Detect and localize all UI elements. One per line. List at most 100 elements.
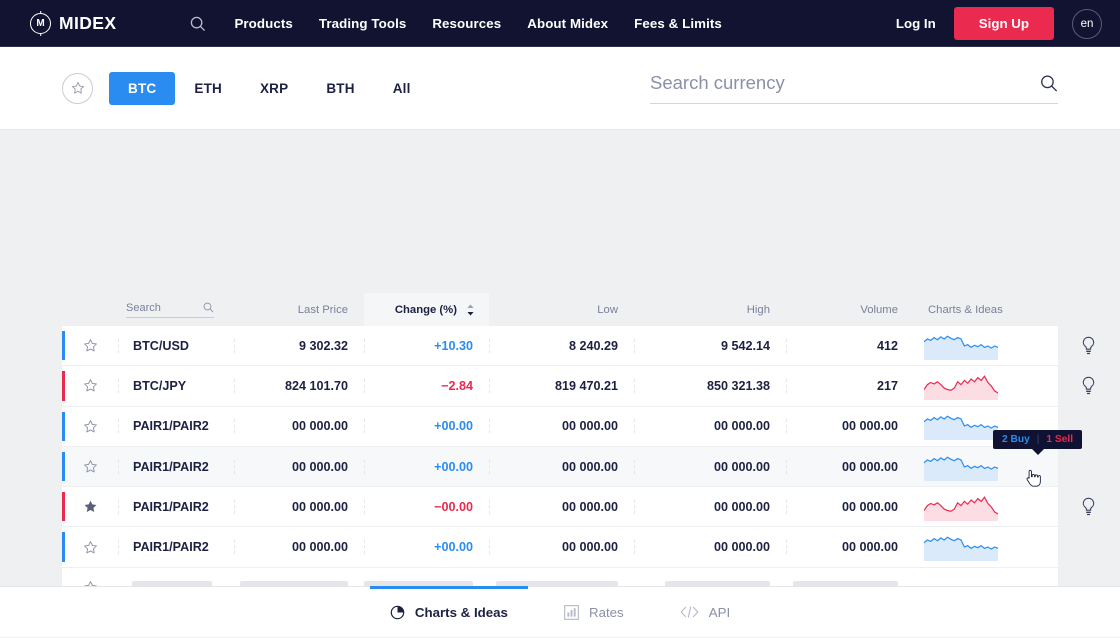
favorite-toggle[interactable]: [62, 378, 118, 393]
primary-nav-links: Products Trading Tools Resources About M…: [234, 16, 721, 31]
sparkline-chart[interactable]: [924, 533, 998, 562]
cell-last-price: 9 302.32: [234, 338, 364, 353]
nav-link-trading-tools[interactable]: Trading Tools: [319, 16, 406, 31]
coin-tab-xrp[interactable]: XRP: [241, 72, 307, 105]
coin-tab-btc[interactable]: BTC: [109, 71, 176, 105]
row-direction-indicator: [62, 411, 65, 441]
sparkline-chart[interactable]: [924, 372, 998, 400]
brand-logo[interactable]: M MIDEX: [30, 13, 116, 34]
table-row[interactable]: PAIR1/PAIR2 00 000.00 +00.00 00 000.00 00 00…: [62, 446, 1058, 488]
coin-tab-bth[interactable]: BTH: [307, 72, 373, 105]
sparkline-chart[interactable]: [924, 412, 998, 441]
cell-sparkline[interactable]: [914, 493, 1058, 521]
favorites-filter-button[interactable]: [62, 72, 93, 104]
favorite-toggle[interactable]: [62, 499, 118, 514]
bottom-tab-bar: Charts & Ideas Rates API: [0, 585, 1120, 638]
tooltip-buy-count: 2 Buy: [1002, 434, 1030, 445]
table-row[interactable]: PAIR1/PAIR2 00 000.00 +00.00 00 000.00 00 00…: [62, 407, 1058, 447]
cell-high: 00 000.00: [634, 540, 786, 555]
table-header-change-label: Change (%): [394, 303, 457, 316]
cell-ideas[interactable]: [1058, 497, 1118, 517]
cell-volume: 412: [786, 338, 914, 353]
table-header-change[interactable]: Change (%): [364, 293, 489, 326]
brand-name: MIDEX: [59, 13, 117, 33]
bottom-tab-label: Charts & Ideas: [414, 604, 508, 620]
nav-link-about-midex[interactable]: About Midex: [527, 16, 608, 31]
favorite-toggle[interactable]: [62, 459, 118, 474]
star-outline-icon[interactable]: [83, 419, 98, 434]
table-row[interactable]: PAIR1/PAIR2 00 000.00 −00.00 00 000.00 00 00…: [62, 487, 1094, 528]
table-row[interactable]: BTC/JPY 824 101.70 −2.84 819 470.21 850 321.…: [62, 366, 1094, 407]
cell-low: 00 000.00: [489, 540, 634, 555]
star-filled-icon[interactable]: [83, 499, 98, 514]
cell-ideas[interactable]: [1058, 336, 1118, 356]
cell-change: +00.00: [364, 540, 489, 555]
table-row[interactable]: BTC/USD 9 302.32 +10.30 8 240.29 9 542.14 412: [62, 326, 1094, 367]
cell-high: 00 000.00: [634, 459, 786, 474]
coin-tab-all[interactable]: All: [374, 72, 430, 105]
top-navigation-bar: M MIDEX Products Trading Tools Resources…: [0, 0, 1120, 47]
coin-tab-eth[interactable]: ETH: [175, 72, 241, 105]
star-outline-icon[interactable]: [83, 459, 98, 474]
bottom-tab-rates[interactable]: Rates: [536, 587, 652, 638]
table-search-cell[interactable]: Search: [118, 302, 234, 318]
table-header-low[interactable]: Low: [489, 304, 634, 316]
favorite-toggle[interactable]: [62, 540, 118, 555]
nav-link-fees-limits[interactable]: Fees & Limits: [634, 16, 722, 31]
lightbulb-icon[interactable]: [1080, 336, 1097, 356]
nav-search-button[interactable]: [190, 16, 206, 32]
cell-last-price: 00 000.00: [234, 499, 364, 514]
sparkline-chart[interactable]: [924, 493, 998, 521]
bottom-tab-label: Rates: [588, 604, 624, 620]
bottom-tab-label: API: [708, 604, 731, 620]
pair-search-field[interactable]: Search: [126, 302, 214, 318]
star-outline-icon: [71, 82, 84, 94]
cell-pair: PAIR1/PAIR2: [118, 499, 234, 514]
search-input[interactable]: [650, 72, 1040, 94]
table-row[interactable]: PAIR1/PAIR2 00 000.00 +00.00 00 000.00 00 00…: [62, 527, 1058, 568]
star-outline-icon[interactable]: [83, 378, 98, 393]
table-header-charts-ideas: Charts & Ideas: [928, 303, 1003, 316]
favorite-toggle[interactable]: [62, 419, 118, 434]
nav-link-products[interactable]: Products: [234, 16, 292, 31]
star-outline-icon[interactable]: [83, 540, 98, 555]
cell-sparkline[interactable]: [914, 372, 1058, 400]
row-direction-indicator: [62, 532, 65, 562]
tooltip-divider: |: [1036, 434, 1040, 445]
row-direction-indicator: [62, 371, 65, 401]
cell-pair: BTC/JPY: [118, 378, 234, 393]
pie-chart-icon: [390, 605, 405, 619]
cell-last-price: 00 000.00: [234, 419, 364, 434]
cell-ideas[interactable]: [1058, 376, 1118, 396]
language-selector[interactable]: en: [1072, 8, 1102, 39]
login-link[interactable]: Log In: [896, 16, 936, 31]
bottom-tab-charts-ideas[interactable]: Charts & Ideas: [362, 585, 536, 638]
cell-sparkline[interactable]: [914, 533, 1058, 562]
sort-arrows-icon[interactable]: [466, 304, 475, 316]
nav-link-resources[interactable]: Resources: [432, 16, 501, 31]
coin-tabs: BTC ETH XRP BTH All: [109, 71, 430, 105]
cell-volume: 217: [786, 378, 914, 393]
cell-volume: 00 000.00: [786, 499, 914, 514]
currency-search-field[interactable]: [650, 72, 1058, 104]
sparkline-chart[interactable]: [924, 332, 998, 360]
lightbulb-icon[interactable]: [1080, 497, 1097, 517]
lightbulb-icon[interactable]: [1080, 376, 1097, 396]
search-icon[interactable]: [1040, 74, 1058, 93]
table-header-high[interactable]: High: [634, 304, 786, 316]
cell-last-price: 00 000.00: [234, 540, 364, 555]
search-icon[interactable]: [203, 302, 214, 313]
favorite-toggle[interactable]: [62, 338, 118, 353]
cell-change: +00.00: [364, 459, 489, 474]
signup-button[interactable]: Sign Up: [953, 7, 1054, 40]
cell-sparkline[interactable]: [914, 332, 1058, 360]
bottom-tab-api[interactable]: API: [652, 587, 758, 638]
cell-last-price: 824 101.70: [234, 378, 364, 393]
cell-pair: PAIR1/PAIR2: [118, 419, 234, 434]
cell-change: +10.30: [364, 338, 489, 353]
table-body: BTC/USD 9 302.32 +10.30 8 240.29 9 542.14 412…: [62, 326, 1094, 608]
star-outline-icon[interactable]: [83, 338, 98, 353]
table-header-last-price[interactable]: Last Price: [234, 304, 364, 316]
sparkline-chart[interactable]: [924, 453, 998, 481]
table-header-volume[interactable]: Volume: [786, 304, 914, 316]
